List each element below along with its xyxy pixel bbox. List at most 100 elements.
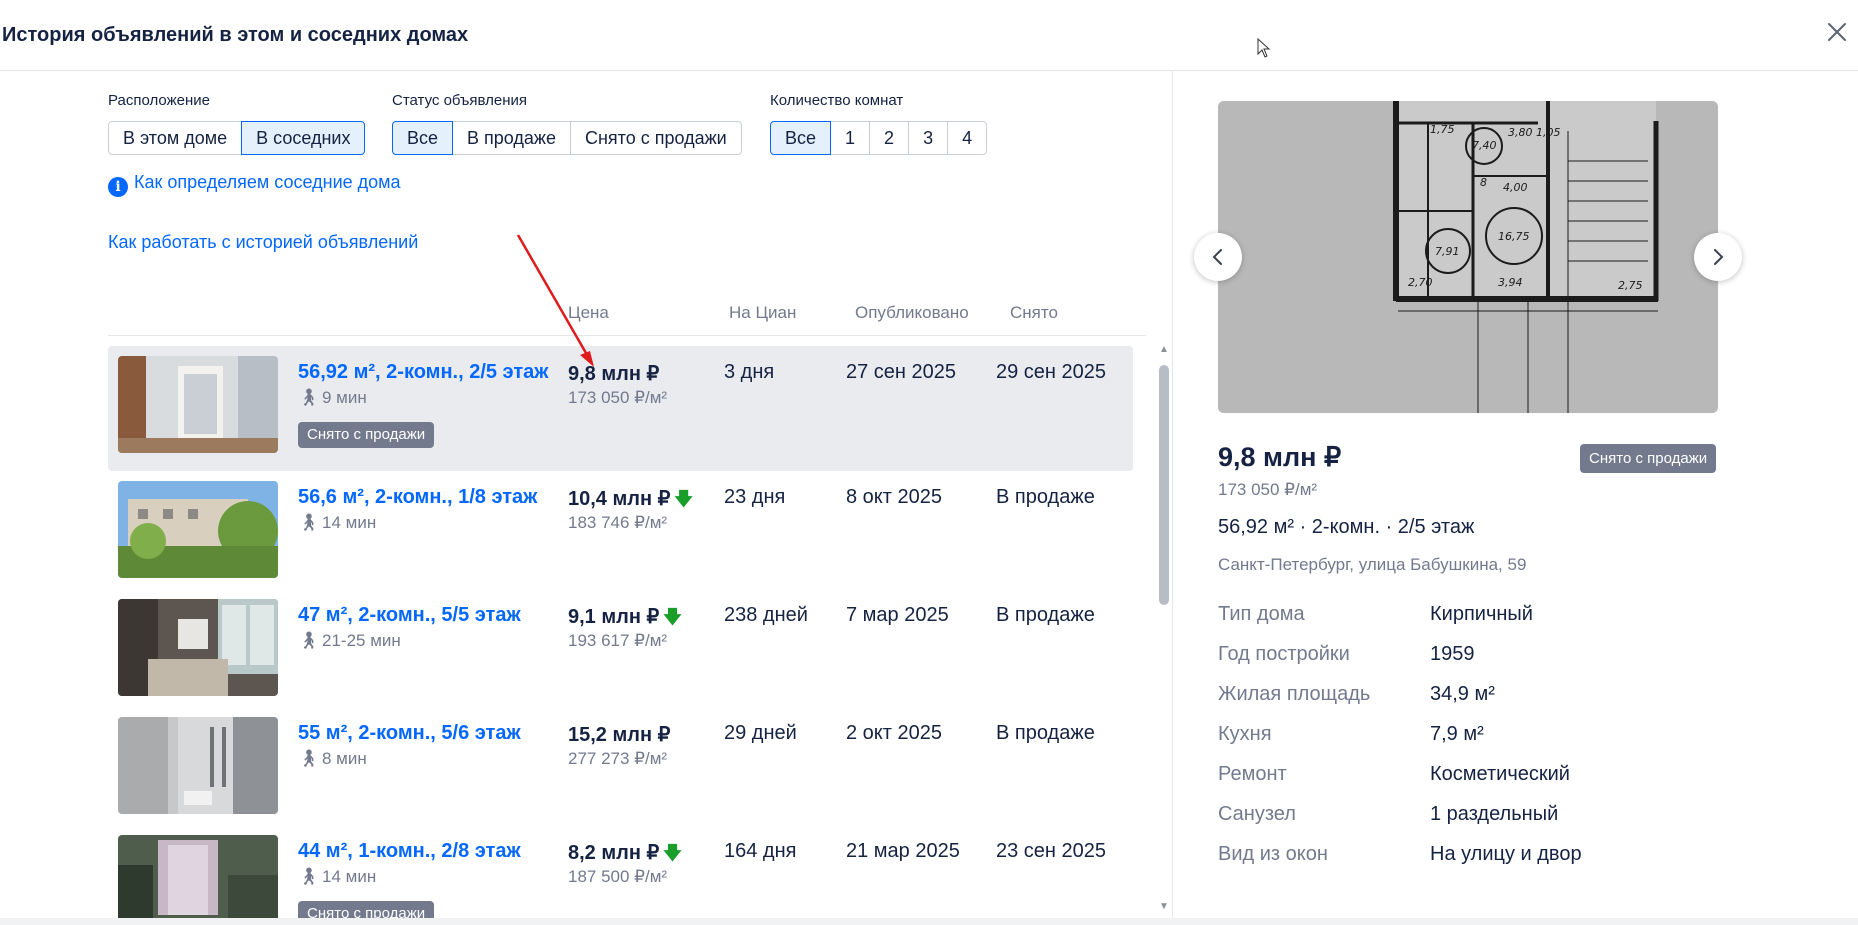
param-label: Ремонт [1218, 763, 1287, 785]
table-row[interactable]: 56,92 м², 2-комн., 2/5 этаж 🚶︎ 9 мин Снят… [108, 346, 1133, 471]
rooms-filter-label: Количество комнат [770, 92, 904, 109]
floorplan-label: 3,80 [1508, 126, 1533, 139]
listing-title-link[interactable]: 44 м², 1-комн., 2/8 этаж [298, 840, 521, 863]
param-label: Кухня [1218, 723, 1272, 745]
walk-time-value: 21-25 мин [322, 631, 401, 650]
listing-photo[interactable] [118, 356, 278, 453]
table-row[interactable]: 47 м², 2-комн., 5/5 этаж 🚶︎ 21-25 мин 9,1… [108, 589, 1133, 707]
panel-divider [1172, 71, 1173, 925]
arrow-down-icon: 🡇 [663, 607, 682, 627]
scroll-down-arrow[interactable]: ▼ [1158, 902, 1170, 912]
walk-time: 🚶︎ 21-25 мин [298, 631, 401, 651]
listing-title-link[interactable]: 56,92 м², 2-комн., 2/5 этаж [298, 361, 548, 384]
rooms-all-button[interactable]: Все [770, 121, 832, 155]
mouse-cursor-icon [1257, 37, 1271, 63]
floorplan-label: 7,91 [1435, 245, 1460, 258]
listing-title-link[interactable]: 56,6 м², 2-комн., 1/8 этаж [298, 486, 537, 509]
listing-photo[interactable] [118, 599, 278, 696]
listing-price: 9,8 млн ₽ [568, 363, 660, 385]
walk-time: 🚶︎ 9 мин [298, 388, 367, 408]
walk-time: 🚶︎ 8 мин [298, 749, 367, 769]
scroll-up-arrow[interactable]: ▲ [1158, 345, 1170, 355]
detail-summary: 56,92 м² · 2-комн. · 2/5 этаж [1218, 516, 1475, 538]
removed-date: 29 сен 2025 [996, 361, 1107, 383]
floorplan-label: 2,70 [1408, 276, 1433, 289]
listing-title-link[interactable]: 55 м², 2-комн., 5/6 этаж [298, 722, 521, 745]
detail-price-per-m2: 173 050 ₽/м² [1218, 480, 1318, 499]
status-removed-button[interactable]: Снято с продажи [569, 121, 742, 155]
neighbors-info-link-text: Как определяем соседние дома [134, 172, 401, 192]
param-value: 1959 [1430, 643, 1475, 665]
arrow-down-icon: 🡇 [674, 489, 693, 509]
arrow-down-icon: 🡇 [663, 843, 682, 863]
param-label: Тип дома [1218, 603, 1305, 625]
rooms-4-button[interactable]: 4 [947, 121, 988, 155]
location-filter: В этом доме В соседних [108, 121, 366, 155]
rooms-2-button[interactable]: 2 [869, 121, 910, 155]
column-header-published: Опубликовано [855, 303, 969, 322]
gallery-prev-button[interactable] [1194, 233, 1242, 281]
rooms-1-button[interactable]: 1 [830, 121, 871, 155]
param-value: На улицу и двор [1430, 843, 1582, 865]
param-label: Санузел [1218, 803, 1296, 825]
published-date: 27 сен 2025 [846, 361, 957, 383]
close-icon[interactable] [1825, 20, 1849, 44]
floorplan-label: 7,40 [1472, 139, 1497, 152]
floorplan-label: 4,00 [1503, 181, 1528, 194]
param-label: Жилая площадь [1218, 683, 1371, 705]
pedestrian-icon: 🚶︎ [298, 749, 320, 768]
price-per-m2: 173 050 ₽/м² [568, 388, 668, 407]
chevron-left-icon [1212, 249, 1222, 265]
info-icon: i [108, 177, 128, 197]
param-label: Год постройки [1218, 643, 1350, 665]
listing-photo[interactable] [118, 717, 278, 814]
location-this-house-button[interactable]: В этом доме [108, 121, 243, 155]
published-date: 8 окт 2025 [846, 486, 942, 508]
walk-time-value: 14 мин [322, 513, 377, 532]
on-cian-duration: 164 дня [724, 840, 797, 862]
floorplan-label: 8 [1480, 176, 1487, 189]
floorplan-label: 1,05 [1536, 126, 1561, 139]
price-per-m2: 277 273 ₽/м² [568, 749, 668, 768]
listing-photo[interactable] [118, 481, 278, 578]
listing-price: 15,2 млн ₽ [568, 724, 671, 746]
listing-title-link[interactable]: 47 м², 2-комн., 5/5 этаж [298, 604, 521, 627]
status-all-button[interactable]: Все [392, 121, 454, 155]
table-row[interactable]: 56,6 м², 2-комн., 1/8 этаж 🚶︎ 14 мин 10,4… [108, 471, 1133, 589]
removed-date: В продаже [996, 604, 1095, 626]
on-cian-duration: 29 дней [724, 722, 797, 744]
table-row[interactable]: 55 м², 2-комн., 5/6 этаж 🚶︎ 8 мин 15,2 мл… [108, 707, 1133, 825]
modal-title: История объявлений в этом и соседних дом… [2, 24, 469, 46]
column-header-removed: Снято [1010, 303, 1058, 322]
scrollbar-thumb[interactable] [1159, 365, 1169, 605]
rooms-filter: Все 1 2 3 4 [770, 121, 988, 155]
table-header-divider [108, 335, 1146, 336]
table-row[interactable]: 44 м², 1-комн., 2/8 этаж 🚶︎ 14 мин Снято … [108, 825, 1133, 918]
column-header-on-cian: На Циан [729, 303, 797, 322]
rooms-3-button[interactable]: 3 [908, 121, 949, 155]
status-badge: Снято с продажи [298, 422, 435, 448]
listing-price-value: 8,2 млн ₽ [568, 842, 660, 864]
detail-status-badge: Снято с продажи [1580, 444, 1717, 473]
location-neighbors-button[interactable]: В соседних [241, 121, 366, 155]
status-on-sale-button[interactable]: В продаже [452, 121, 571, 155]
published-date: 7 мар 2025 [846, 604, 949, 626]
walk-time-value: 9 мин [322, 388, 367, 407]
floorplan-label: 3,94 [1498, 276, 1523, 289]
neighbors-info-link[interactable]: i Как определяем соседние дома [108, 172, 401, 197]
floorplan-image[interactable]: 2,70 3,94 2,75 7,40 7,91 16,75 4,00 3,80… [1218, 101, 1718, 413]
walk-time-value: 8 мин [322, 749, 367, 768]
gallery-next-button[interactable] [1694, 233, 1742, 281]
price-per-m2: 193 617 ₽/м² [568, 631, 668, 650]
walk-time-value: 14 мин [322, 867, 377, 886]
price-per-m2: 183 746 ₽/м² [568, 513, 668, 532]
listing-photo[interactable] [118, 835, 278, 918]
on-cian-duration: 238 дней [724, 604, 808, 626]
status-filter: Все В продаже Снято с продажи [392, 121, 742, 155]
history-help-link[interactable]: Как работать с историей объявлений [108, 232, 418, 253]
pedestrian-icon: 🚶︎ [298, 513, 320, 532]
pedestrian-icon: 🚶︎ [298, 388, 320, 407]
removed-date: 23 сен 2025 [996, 840, 1107, 862]
removed-date: В продаже [996, 486, 1095, 508]
column-header-price: Цена [568, 303, 609, 322]
